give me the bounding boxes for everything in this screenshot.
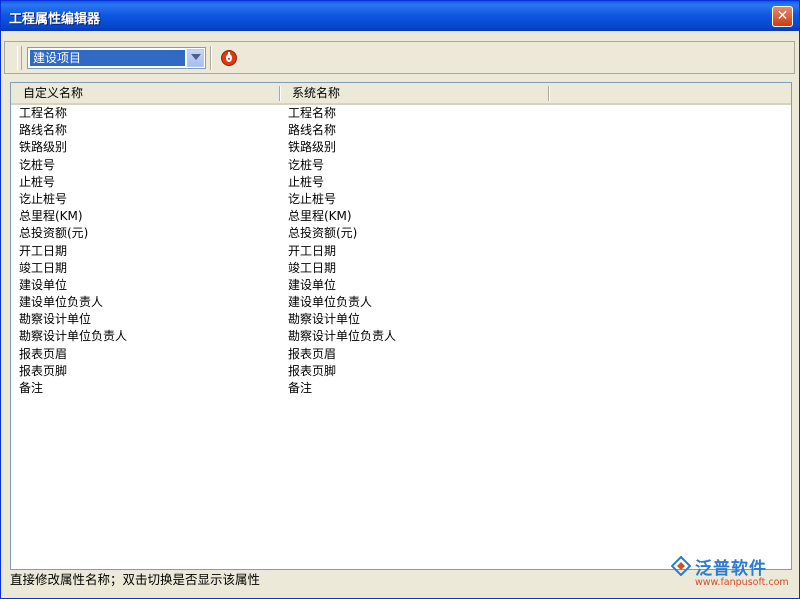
custom-name-cell[interactable]: 总投资额(元)	[19, 225, 88, 242]
system-name-cell: 竣工日期	[288, 260, 337, 275]
system-name-cell: 止桩号	[288, 174, 325, 189]
custom-name-cell[interactable]: 路线名称	[19, 122, 67, 139]
system-name-cell: 工程名称	[288, 106, 337, 120]
system-name-cell: 报表页脚	[288, 363, 337, 378]
system-name-cell: 备注	[288, 381, 313, 395]
list-rows: 工程名称 工程名称 路线名称 路线名称 铁路级别 铁路级别 讫桩号 讫桩号 止桩号 止桩号 讫止桩号…	[11, 105, 791, 397]
table-row[interactable]: 报表页脚 报表页脚	[11, 363, 791, 380]
custom-name-cell[interactable]: 报表页眉	[19, 346, 67, 363]
custom-name-cell[interactable]: 勘察设计单位负责人	[19, 328, 127, 345]
column-header-custom-name[interactable]: 自定义名称	[11, 83, 279, 103]
table-row[interactable]: 讫桩号 讫桩号	[11, 157, 791, 174]
window-title: 工程属性编辑器	[9, 12, 101, 27]
custom-name-cell[interactable]: 止桩号	[19, 174, 55, 191]
title-bar[interactable]: 工程属性编辑器 ✕	[1, 1, 799, 31]
system-name-cell: 建设单位	[288, 277, 337, 292]
table-row[interactable]: 竣工日期 竣工日期	[11, 260, 791, 277]
category-dropdown-value: 建设项目	[30, 50, 185, 66]
system-name-cell: 报表页眉	[288, 346, 337, 361]
table-row[interactable]: 勘察设计单位负责人 勘察设计单位负责人	[11, 328, 791, 345]
custom-name-cell[interactable]: 报表页脚	[19, 363, 67, 380]
column-header-system-name[interactable]: 系统名称	[280, 83, 548, 103]
power-icon	[221, 50, 237, 66]
property-list[interactable]: 自定义名称 系统名称 工程名称 工程名称 路线名称 路线名称 铁路级别 铁路级别 讫桩号 讫桩…	[10, 82, 792, 570]
dropdown-arrow-button[interactable]	[187, 49, 204, 67]
system-name-cell: 建设单位负责人	[288, 295, 373, 310]
brand-name: 泛普软件	[695, 559, 767, 579]
close-button[interactable]: ✕	[772, 6, 793, 27]
table-row[interactable]: 工程名称 工程名称	[11, 105, 791, 122]
custom-name-cell[interactable]: 备注	[19, 380, 43, 397]
column-divider[interactable]	[548, 86, 550, 101]
status-bar-text: 直接修改属性名称；双击切换是否显示该属性	[10, 572, 261, 587]
custom-name-cell[interactable]: 讫止桩号	[19, 191, 67, 208]
table-row[interactable]: 勘察设计单位 勘察设计单位	[11, 311, 791, 328]
brand-url: www.fanpusoft.com	[695, 577, 789, 588]
system-name-cell: 勘察设计单位负责人	[288, 329, 397, 344]
table-row[interactable]: 铁路级别 铁路级别	[11, 139, 791, 156]
system-name-cell: 开工日期	[288, 243, 337, 258]
brand-logo-icon	[671, 556, 691, 576]
custom-name-cell[interactable]: 讫桩号	[19, 157, 55, 174]
table-row[interactable]: 建设单位负责人 建设单位负责人	[11, 294, 791, 311]
table-row[interactable]: 建设单位 建设单位	[11, 277, 791, 294]
brand-watermark: 泛普软件 www.fanpusoft.com	[669, 554, 795, 594]
list-header: 自定义名称 系统名称	[11, 83, 791, 105]
stop-button[interactable]	[218, 47, 240, 69]
system-name-cell: 讫止桩号	[288, 191, 337, 206]
system-name-cell: 讫桩号	[288, 157, 325, 172]
custom-name-cell[interactable]: 建设单位负责人	[19, 294, 103, 311]
toolbar-grip[interactable]	[17, 46, 22, 70]
custom-name-cell[interactable]: 总里程(KM)	[19, 208, 83, 225]
system-name-cell: 勘察设计单位	[288, 312, 361, 327]
system-name-cell: 路线名称	[288, 123, 337, 138]
custom-name-cell[interactable]: 建设单位	[19, 277, 67, 294]
table-row[interactable]: 报表页眉 报表页眉	[11, 346, 791, 363]
close-icon: ✕	[776, 8, 789, 24]
table-row[interactable]: 讫止桩号 讫止桩号	[11, 191, 791, 208]
system-name-cell: 铁路级别	[288, 140, 337, 155]
table-row[interactable]: 总里程(KM) 总里程(KM)	[11, 208, 791, 225]
custom-name-cell[interactable]: 开工日期	[19, 243, 67, 260]
category-dropdown[interactable]: 建设项目	[27, 47, 206, 69]
system-name-cell: 总里程(KM)	[288, 209, 352, 224]
table-row[interactable]: 总投资额(元) 总投资额(元)	[11, 225, 791, 242]
property-editor-window: 工程属性编辑器 ✕ 建设项目 自定义名称 系统名称 工程名称 工程名称 路线名称 路线…	[0, 0, 800, 599]
table-row[interactable]: 路线名称 路线名称	[11, 122, 791, 139]
table-row[interactable]: 止桩号 止桩号	[11, 174, 791, 191]
table-row[interactable]: 备注 备注	[11, 380, 791, 397]
toolbar: 建设项目	[4, 41, 795, 74]
chevron-down-icon	[191, 54, 201, 60]
toolbar-separator	[210, 46, 212, 70]
system-name-cell: 总投资额(元)	[288, 226, 358, 241]
custom-name-cell[interactable]: 铁路级别	[19, 139, 67, 156]
custom-name-cell[interactable]: 工程名称	[19, 105, 67, 122]
custom-name-cell[interactable]: 竣工日期	[19, 260, 67, 277]
custom-name-cell[interactable]: 勘察设计单位	[19, 311, 91, 328]
table-row[interactable]: 开工日期 开工日期	[11, 243, 791, 260]
